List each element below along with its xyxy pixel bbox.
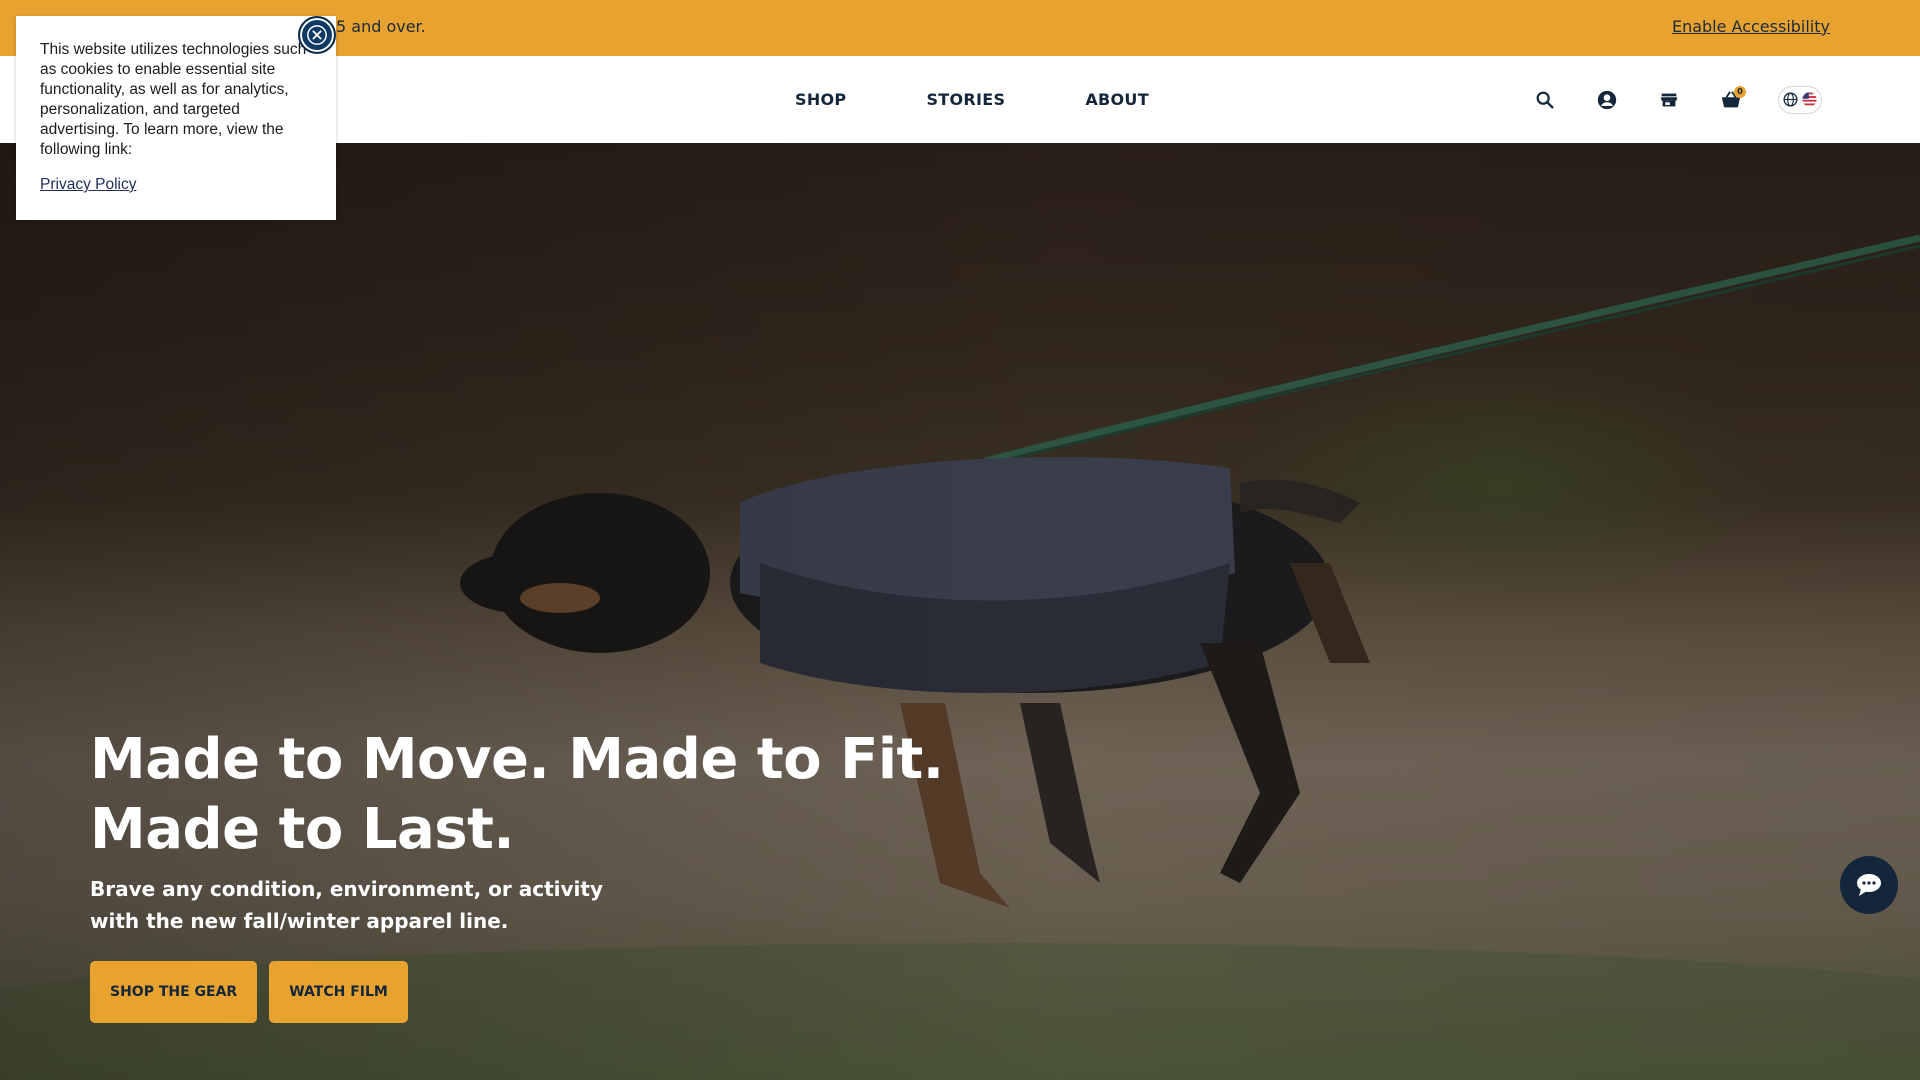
locale-selector[interactable]: [1778, 85, 1822, 114]
us-flag-icon: [1802, 92, 1817, 107]
chat-bubble-icon: [1857, 874, 1881, 896]
header-icons: 0: [1530, 56, 1822, 143]
cart-count-badge: 0: [1734, 85, 1746, 98]
nav-item-stories[interactable]: STORIES: [926, 90, 1005, 109]
nav-item-shop[interactable]: SHOP: [795, 90, 846, 109]
hero-buttons: SHOP THE GEAR WATCH FILM: [90, 961, 408, 1023]
cookie-close-button[interactable]: [298, 16, 336, 54]
cookie-consent-popup: This website utilizes technologies such …: [16, 16, 336, 220]
hero-section: Made to Move. Made to Fit. Made to Last.…: [0, 143, 1920, 1080]
hero-title: Made to Move. Made to Fit. Made to Last.: [90, 725, 990, 865]
nav-item-about[interactable]: ABOUT: [1085, 90, 1149, 109]
privacy-policy-link[interactable]: Privacy Policy: [40, 176, 136, 194]
main-nav: SHOP STORIES ABOUT: [795, 56, 1149, 143]
search-icon[interactable]: [1530, 85, 1560, 115]
cart-icon[interactable]: 0: [1716, 85, 1746, 115]
hero-subtitle: Brave any condition, environment, or act…: [90, 877, 603, 933]
chat-button[interactable]: [1840, 856, 1898, 914]
store-icon[interactable]: [1654, 85, 1684, 115]
cookie-text: This website utilizes technologies such …: [40, 41, 307, 158]
promo-text: 5 and over.: [336, 17, 426, 36]
globe-icon: [1783, 92, 1798, 107]
enable-accessibility-link[interactable]: Enable Accessibility: [1672, 17, 1830, 36]
shop-the-gear-button[interactable]: SHOP THE GEAR: [90, 961, 258, 1023]
hero-title-line-1: Made to Move. Made to Fit.: [90, 727, 944, 792]
hero-overlay: [0, 143, 1920, 1080]
account-icon[interactable]: [1592, 85, 1622, 115]
watch-film-button[interactable]: WATCH FILM: [269, 961, 408, 1023]
close-icon: [307, 25, 327, 45]
hero-title-line-2: Made to Last.: [90, 797, 515, 862]
